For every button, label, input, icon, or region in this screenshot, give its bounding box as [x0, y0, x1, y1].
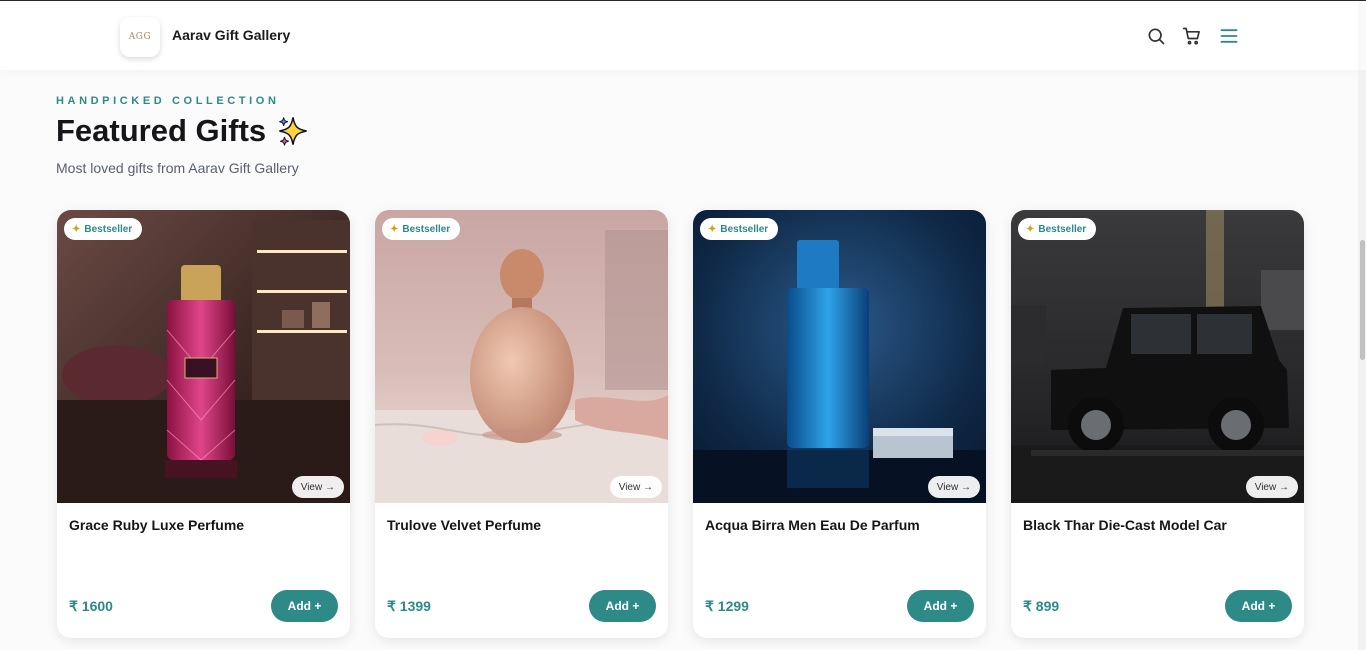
bestseller-badge: ✦ Bestseller	[1018, 218, 1097, 240]
badge-label: Bestseller	[720, 223, 769, 235]
product-card[interactable]: ✦ Bestseller View → Trulove Velvet Perfum…	[375, 210, 668, 638]
bee-icon: ✦	[708, 223, 717, 235]
product-name[interactable]: Black Thar Die-Cast Model Car	[1023, 517, 1293, 533]
sparkles-icon	[276, 114, 310, 148]
badge-label: Bestseller	[84, 223, 133, 235]
search-icon[interactable]	[1145, 25, 1167, 47]
bestseller-badge: ✦ Bestseller	[64, 218, 143, 240]
menu-icon[interactable]	[1218, 25, 1240, 47]
view-button[interactable]: View →	[1245, 476, 1298, 498]
product-image-acqua-birra[interactable]	[693, 210, 986, 503]
product-price: ₹ 1399	[387, 598, 431, 614]
product-card[interactable]: ✦ Bestseller View → Grace Ruby Luxe Perfu…	[57, 210, 350, 638]
bee-icon: ✦	[72, 223, 81, 235]
product-price: ₹ 899	[1023, 598, 1060, 614]
logo-text: AGG	[128, 32, 152, 42]
product-name[interactable]: Trulove Velvet Perfume	[387, 517, 657, 533]
section-eyebrow: HANDPICKED COLLECTION	[56, 95, 280, 107]
view-button[interactable]: View →	[927, 476, 980, 498]
badge-label: Bestseller	[1038, 223, 1087, 235]
add-to-cart-button[interactable]: Add +	[589, 590, 656, 622]
product-card[interactable]: ✦ Bestseller View → Black Thar Die-Cast M…	[1011, 210, 1304, 638]
add-to-cart-button[interactable]: Add +	[1225, 590, 1292, 622]
brand-name[interactable]: Aarav Gift Gallery	[172, 27, 290, 43]
bestseller-badge: ✦ Bestseller	[700, 218, 779, 240]
bestseller-badge: ✦ Bestseller	[382, 218, 461, 240]
product-image-black-thar[interactable]	[1011, 210, 1304, 503]
product-name[interactable]: Grace Ruby Luxe Perfume	[69, 517, 339, 533]
product-price: ₹ 1299	[705, 598, 749, 614]
section-title: Featured Gifts	[56, 113, 267, 148]
section-title-row: Featured Gifts	[56, 113, 310, 149]
brand-logo[interactable]: AGG	[120, 17, 160, 57]
add-to-cart-button[interactable]: Add +	[271, 590, 338, 622]
site-header: AGG Aarav Gift Gallery	[0, 1, 1358, 70]
product-name[interactable]: Acqua Birra Men Eau De Parfum	[705, 517, 975, 533]
bee-icon: ✦	[1026, 223, 1035, 235]
bee-icon: ✦	[390, 223, 399, 235]
product-image-trulove[interactable]	[375, 210, 668, 503]
view-button[interactable]: View →	[609, 476, 662, 498]
product-card[interactable]: ✦ Bestseller View → Acqua Birra Men Eau D…	[693, 210, 986, 638]
add-to-cart-button[interactable]: Add +	[907, 590, 974, 622]
badge-label: Bestseller	[402, 223, 451, 235]
page-scrollbar[interactable]	[1358, 70, 1366, 650]
cart-icon[interactable]	[1181, 25, 1203, 47]
scrollbar-thumb[interactable]	[1360, 240, 1365, 360]
view-button[interactable]: View →	[291, 476, 344, 498]
section-subtitle: Most loved gifts from Aarav Gift Gallery	[56, 160, 299, 176]
product-price: ₹ 1600	[69, 598, 113, 614]
product-image-grace-ruby[interactable]	[57, 210, 350, 503]
